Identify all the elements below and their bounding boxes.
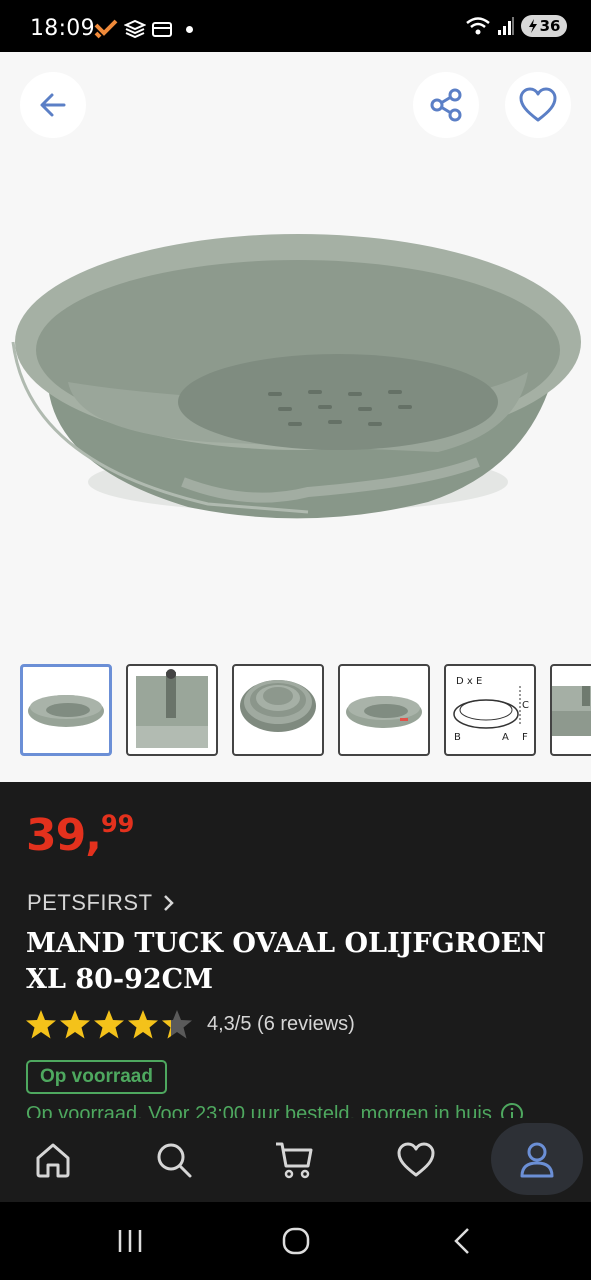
battery-level: 36 bbox=[539, 17, 561, 35]
brand-link[interactable]: PETSFIRST bbox=[27, 890, 175, 916]
more-notifications-dot bbox=[186, 25, 193, 33]
back-nav-icon[interactable] bbox=[450, 1226, 474, 1256]
dim-label-a: A bbox=[502, 732, 509, 743]
charging-icon bbox=[528, 19, 537, 33]
price-main: 39, bbox=[26, 810, 102, 861]
dim-label-de: D x E bbox=[456, 676, 482, 687]
chevron-right-icon bbox=[163, 895, 174, 911]
thumbnail-2[interactable] bbox=[126, 664, 218, 756]
dim-label-f: F bbox=[522, 732, 528, 743]
nav-search[interactable] bbox=[154, 1140, 194, 1180]
status-time: 18:09 bbox=[30, 16, 95, 41]
brand-name: PETSFIRST bbox=[27, 890, 153, 915]
app-notification-icon bbox=[94, 19, 118, 39]
share-icon bbox=[430, 88, 462, 122]
price: 39,99 bbox=[26, 810, 134, 861]
price-cents: 99 bbox=[100, 810, 135, 838]
dim-label-b: B bbox=[454, 732, 461, 743]
thumbnail-strip[interactable]: D x E C B A F bbox=[20, 664, 591, 756]
wallet-icon bbox=[152, 22, 172, 37]
star-rating-icon bbox=[26, 1010, 192, 1039]
product-title: MAND TUCK OVAAL OLIJFGROEN XL 80-92CM bbox=[26, 928, 546, 995]
thumbnail-3[interactable] bbox=[232, 664, 324, 756]
rating-text: 4,3/5 (6 reviews) bbox=[207, 1012, 355, 1035]
home-button-icon[interactable] bbox=[281, 1226, 311, 1256]
thumbnail-4[interactable] bbox=[338, 664, 430, 756]
rating[interactable]: 4,3/5 (6 reviews) bbox=[26, 1008, 355, 1040]
thumbnail-6[interactable] bbox=[550, 664, 591, 756]
home-icon bbox=[36, 1143, 70, 1178]
notification-icons bbox=[94, 17, 193, 41]
dim-label-c: C bbox=[522, 700, 529, 711]
product-image bbox=[11, 234, 581, 519]
stock-badge: Op voorraad bbox=[26, 1060, 167, 1094]
favorite-button[interactable] bbox=[505, 72, 571, 138]
product-info: 39,99 PETSFIRST MAND TUCK OVAAL OLIJFGRO… bbox=[0, 782, 591, 1122]
product-gallery[interactable]: D x E C B A F bbox=[0, 52, 591, 782]
cart-icon bbox=[276, 1142, 313, 1179]
share-button[interactable] bbox=[413, 72, 479, 138]
bottom-navigation bbox=[0, 1118, 591, 1202]
signal-icon bbox=[498, 17, 514, 35]
nav-cart[interactable] bbox=[274, 1140, 314, 1180]
stack-icon bbox=[124, 19, 146, 39]
thumbnail-1[interactable] bbox=[20, 664, 112, 756]
search-icon bbox=[157, 1143, 192, 1178]
account-icon bbox=[520, 1142, 554, 1178]
nav-favorites[interactable] bbox=[396, 1140, 436, 1180]
system-indicators: 36 bbox=[465, 15, 567, 37]
nav-home[interactable] bbox=[33, 1140, 73, 1180]
back-button[interactable] bbox=[20, 72, 86, 138]
heart-icon bbox=[519, 87, 557, 122]
recent-apps-icon[interactable] bbox=[116, 1226, 144, 1256]
arrow-left-icon bbox=[40, 93, 66, 117]
wifi-icon bbox=[466, 17, 490, 35]
status-bar: 18:09 36 bbox=[0, 0, 591, 52]
thumbnail-dimensions[interactable]: D x E C B A F bbox=[444, 664, 536, 756]
system-navigation bbox=[0, 1202, 591, 1280]
nav-account[interactable] bbox=[517, 1140, 557, 1180]
battery-indicator: 36 bbox=[521, 15, 567, 37]
heart-icon bbox=[397, 1142, 435, 1177]
